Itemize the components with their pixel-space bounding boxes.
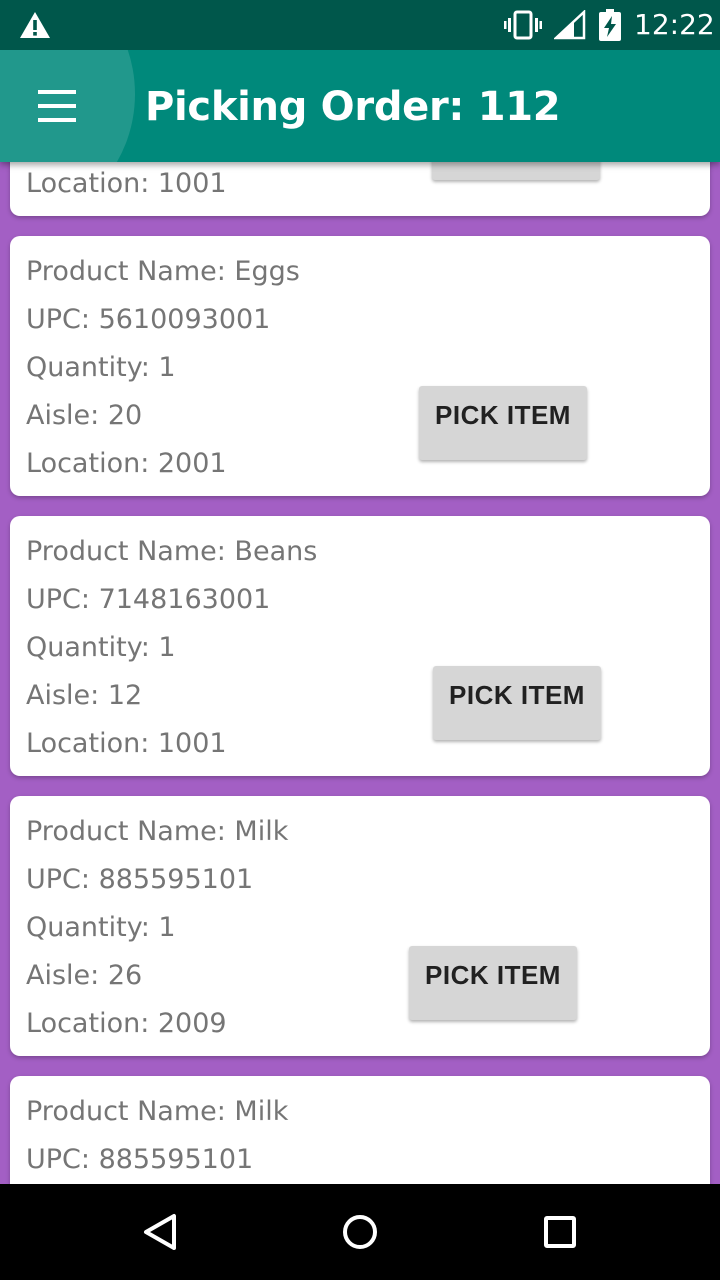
signal-icon xyxy=(554,10,586,40)
item-location: Location: 1001 xyxy=(26,728,227,759)
status-time: 12:22 xyxy=(634,8,715,41)
page-title: Picking Order: 112 xyxy=(145,84,561,130)
item-location: Location: 2001 xyxy=(26,448,227,479)
menu-icon[interactable] xyxy=(20,70,92,142)
navigation-bar xyxy=(0,1184,720,1280)
pick-item-button[interactable]: PICK ITEM xyxy=(433,666,601,740)
pick-item-card: Product Name: Milk UPC: 885595101 Quanti… xyxy=(10,796,710,1056)
item-upc: UPC: 5610093001 xyxy=(26,304,271,335)
warning-icon xyxy=(20,12,50,38)
item-location: Location: 2009 xyxy=(26,1008,227,1039)
picking-item-list[interactable]: Location: 1001 Product Name: Eggs UPC: 5… xyxy=(0,0,720,1184)
pick-item-button[interactable]: PICK ITEM xyxy=(409,946,577,1020)
battery-charging-icon xyxy=(599,9,621,41)
item-aisle: Aisle: 12 xyxy=(26,680,143,711)
recents-icon[interactable] xyxy=(536,1208,584,1256)
status-bar: 12:22 xyxy=(0,0,720,50)
pick-item-button[interactable]: PICK ITEM xyxy=(419,386,587,460)
vibrate-icon xyxy=(504,10,542,40)
item-product-name: Product Name: Milk xyxy=(26,816,289,847)
pick-item-card: Product Name: Eggs UPC: 5610093001 Quant… xyxy=(10,236,710,496)
item-location: Location: 1001 xyxy=(26,168,227,199)
item-aisle: Aisle: 26 xyxy=(26,960,143,991)
pick-item-card: Product Name: Beans UPC: 7148163001 Quan… xyxy=(10,516,710,776)
item-aisle: Aisle: 20 xyxy=(26,400,143,431)
item-upc: UPC: 885595101 xyxy=(26,864,254,895)
back-icon[interactable] xyxy=(136,1208,184,1256)
item-product-name: Product Name: Milk xyxy=(26,1096,289,1127)
item-quantity: Quantity: 1 xyxy=(26,352,176,383)
item-product-name: Product Name: Eggs xyxy=(26,256,300,287)
item-quantity: Quantity: 1 xyxy=(26,912,176,943)
pick-item-card: Product Name: Milk UPC: 885595101 xyxy=(10,1076,710,1184)
item-product-name: Product Name: Beans xyxy=(26,536,318,567)
item-upc: UPC: 885595101 xyxy=(26,1144,254,1175)
app-bar: Picking Order: 112 xyxy=(0,50,720,162)
home-icon[interactable] xyxy=(336,1208,384,1256)
item-upc: UPC: 7148163001 xyxy=(26,584,271,615)
item-quantity: Quantity: 1 xyxy=(26,632,176,663)
